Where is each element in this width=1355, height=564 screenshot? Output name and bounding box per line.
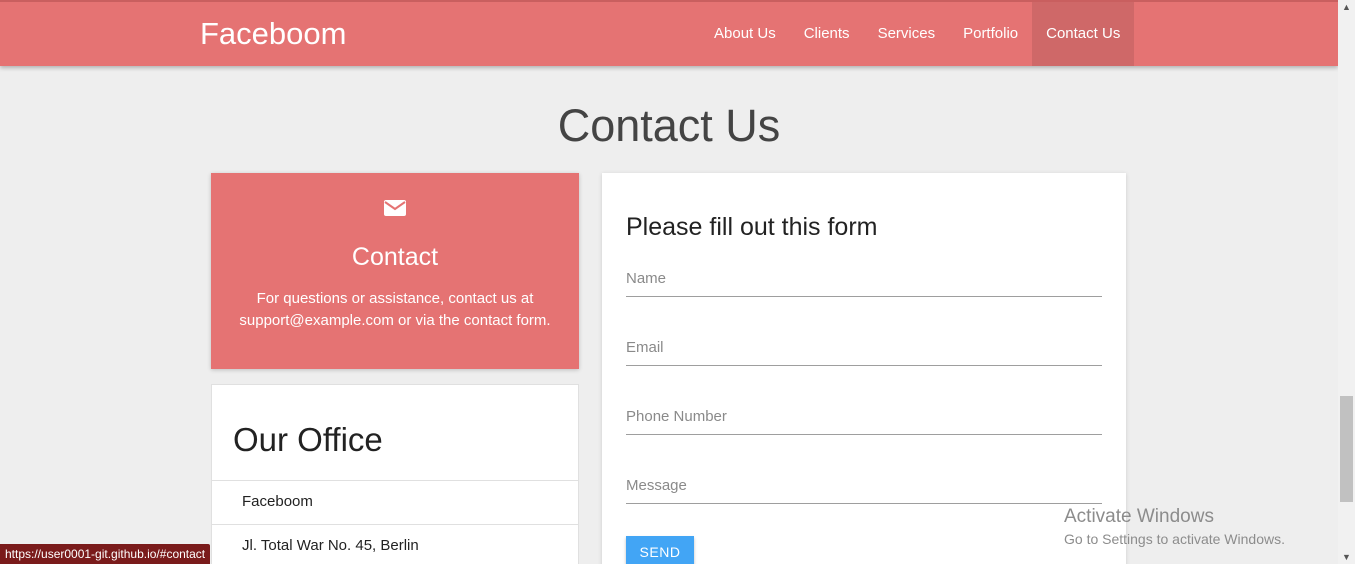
nav-link-portfolio[interactable]: Portfolio: [949, 2, 1032, 66]
office-item-address: Jl. Total War No. 45, Berlin: [212, 524, 578, 564]
office-item-name: Faceboom: [212, 480, 578, 524]
status-bar-url: https://user0001-git.github.io/#contact: [0, 544, 211, 564]
office-card: Our Office Faceboom Jl. Total War No. 45…: [211, 384, 579, 564]
watermark-title: Activate Windows: [1064, 506, 1214, 527]
brand-logo[interactable]: Faceboom: [200, 16, 346, 52]
name-field[interactable]: [626, 261, 1102, 297]
email-field[interactable]: [626, 330, 1102, 366]
activate-windows-watermark: Activate Windows Go to Settings to activ…: [1064, 506, 1285, 547]
contact-title: Contact: [351, 243, 439, 271]
scroll-down-icon[interactable]: ▼: [1342, 552, 1351, 562]
navbar: Faceboom About Us Clients Services Portf…: [0, 0, 1338, 66]
nav-links: About Us Clients Services Portfolio Cont…: [700, 2, 1135, 66]
contact-form: Please fill out this form SEND: [602, 173, 1126, 564]
contact-card: Contact For questions or assistance, con…: [211, 173, 579, 369]
contact-text: For questions or assistance, contact us …: [239, 290, 551, 329]
page-title: Contact Us: [557, 100, 781, 151]
nav-link-contact-us[interactable]: Contact Us: [1032, 2, 1135, 66]
office-title: Our Office: [233, 421, 383, 458]
scrollbar-thumb[interactable]: [1340, 396, 1353, 502]
watermark-subtitle: Go to Settings to activate Windows.: [1064, 531, 1285, 547]
office-list: Faceboom Jl. Total War No. 45, Berlin: [212, 480, 578, 564]
nav-link-clients[interactable]: Clients: [790, 2, 864, 66]
send-button[interactable]: SEND: [626, 536, 694, 564]
scroll-up-icon[interactable]: ▲: [1342, 2, 1351, 12]
message-field[interactable]: [626, 468, 1102, 504]
form-title: Please fill out this form: [626, 213, 878, 241]
scrollbar[interactable]: ▲ ▼: [1338, 0, 1355, 564]
nav-link-about-us[interactable]: About Us: [700, 2, 790, 66]
mail-icon: [384, 200, 406, 216]
nav-link-services[interactable]: Services: [864, 2, 950, 66]
phone-field[interactable]: [626, 399, 1102, 435]
